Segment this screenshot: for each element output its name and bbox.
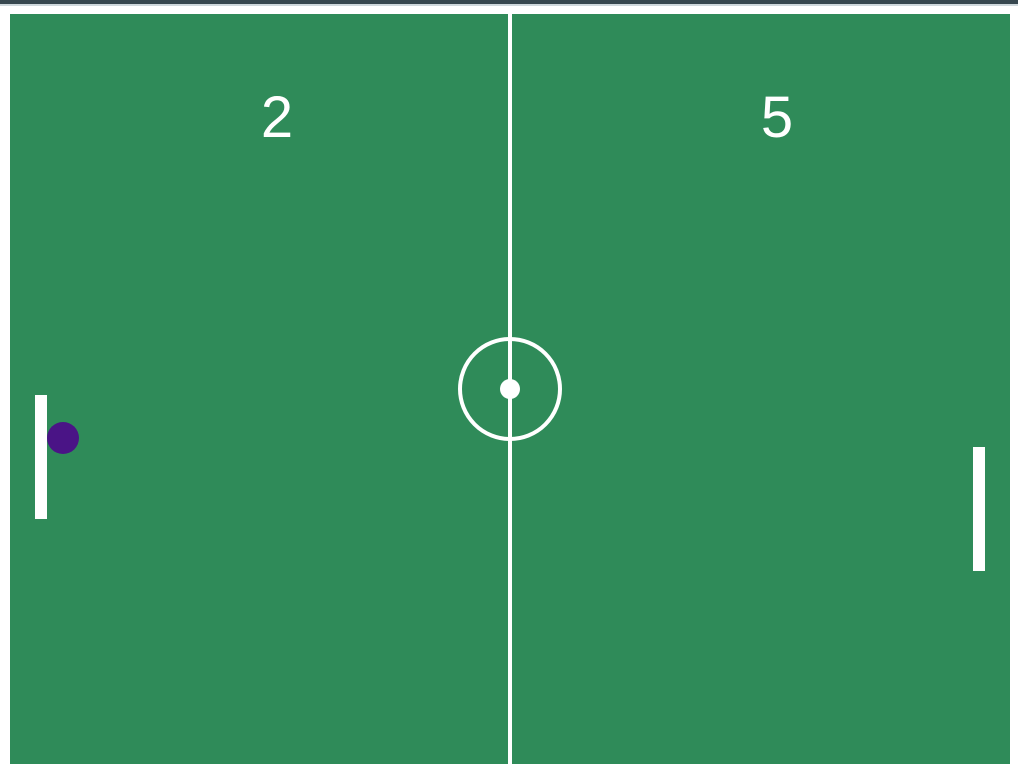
left-paddle[interactable] (35, 395, 47, 519)
ball-icon (47, 422, 79, 454)
game-field[interactable]: 2 5 (10, 14, 1010, 764)
right-paddle[interactable] (973, 447, 985, 571)
score-right: 5 (760, 85, 794, 150)
center-dot-icon (500, 379, 520, 399)
score-left: 2 (260, 85, 294, 150)
window-top-strip-shadow (0, 4, 1018, 6)
